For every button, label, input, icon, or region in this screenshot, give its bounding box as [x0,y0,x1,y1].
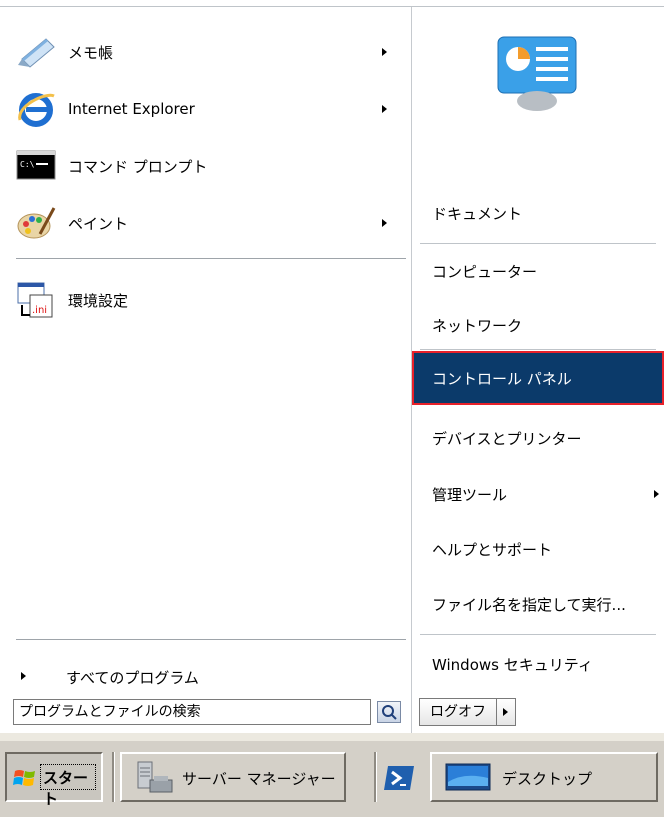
taskbar-desktop[interactable]: デスクトップ [430,752,658,802]
start-menu: メモ帳 Internet Explorer C:\ コマンド プロンプト ペイン… [0,0,664,733]
programs-pane: メモ帳 Internet Explorer C:\ コマンド プロンプト ペイン… [0,7,411,690]
taskbar-server-manager[interactable]: サーバー マネージャー [120,752,346,802]
internet-explorer-icon [18,93,55,127]
right-item-label: コンピューター [432,262,538,281]
right-item-windows-security[interactable]: Windows セキュリティ [412,637,664,691]
right-item-run[interactable]: ファイル名を指定して実行... [412,577,664,631]
paint-icon [17,207,56,239]
program-label: コマンド プロンプト [68,157,208,176]
submenu-arrow-icon [382,48,387,56]
right-item-documents[interactable]: ドキュメント [412,186,664,240]
ini-settings-icon: .ini [17,282,53,318]
program-ini-settings[interactable]: .ini 環境設定 [8,275,404,325]
search-button[interactable] [377,701,401,723]
svg-text:C:\: C:\ [20,160,35,169]
right-item-control-panel[interactable]: コントロール パネル [412,351,664,405]
command-prompt-icon: C:\ [16,150,56,180]
taskbar-top-edge [0,733,664,741]
program-label: ペイント [68,214,129,233]
submenu-arrow-icon [382,105,387,113]
submenu-arrow-icon [382,219,387,227]
right-separator [420,634,656,635]
right-item-computer[interactable]: コンピューター [412,244,664,298]
program-command-prompt[interactable]: C:\ コマンド プロンプト [8,141,404,191]
logoff-button[interactable]: ログオフ [419,698,497,726]
right-item-admin-tools[interactable]: 管理ツール [412,467,664,521]
right-item-label: Windows セキュリティ [432,655,593,674]
windows-logo-icon [13,770,35,786]
right-item-network[interactable]: ネットワーク [412,298,664,352]
search-icon [382,705,397,720]
right-item-label: 管理ツール [432,485,508,504]
right-item-label: ネットワーク [432,316,523,335]
right-item-label: ヘルプとサポート [432,540,553,559]
right-item-label: デバイスとプリンター [432,429,582,448]
shutdown-options-button[interactable] [497,698,516,726]
program-internet-explorer[interactable]: Internet Explorer [8,84,404,134]
right-item-label: ファイル名を指定して実行... [432,595,626,614]
right-separator [420,349,656,350]
program-paint[interactable]: ペイント [8,198,404,248]
control-panel-user-icon [497,36,577,111]
all-programs-label: すべてのプログラム [66,669,199,687]
server-manager-icon [137,761,173,793]
programs-separator [16,258,406,259]
taskbar-separator [374,752,377,802]
start-button[interactable]: スタート [5,752,103,808]
all-programs-separator [16,639,406,640]
notepad-icon [18,38,55,68]
program-notepad[interactable]: メモ帳 [8,27,404,77]
search-input[interactable]: プログラムとファイルの検索 [13,699,371,725]
svg-text:.ini: .ini [32,305,47,316]
right-item-label: コントロール パネル [432,369,572,388]
server-manager-label: サーバー マネージャー [182,770,336,788]
all-programs-button[interactable]: すべてのプログラム [0,657,411,697]
places-pane: ドキュメント コンピューター ネットワーク コントロール パネル デバイスとプリ… [412,7,664,733]
start-label: スタート [43,769,89,808]
taskbar-separator [112,752,115,802]
search-row: プログラムとファイルの検索 ログオフ [0,695,664,733]
desktop-icon [445,763,491,791]
program-label: 環境設定 [68,291,129,310]
desktop-label: デスクトップ [502,770,593,788]
program-label: Internet Explorer [68,100,195,118]
program-label: メモ帳 [68,43,114,62]
right-item-help-support[interactable]: ヘルプとサポート [412,522,664,576]
right-item-label: ドキュメント [432,204,523,223]
powershell-icon[interactable] [384,764,416,792]
right-item-devices-printers[interactable]: デバイスとプリンター [412,411,664,465]
chevron-right-icon [21,672,26,680]
submenu-arrow-icon [654,490,659,498]
